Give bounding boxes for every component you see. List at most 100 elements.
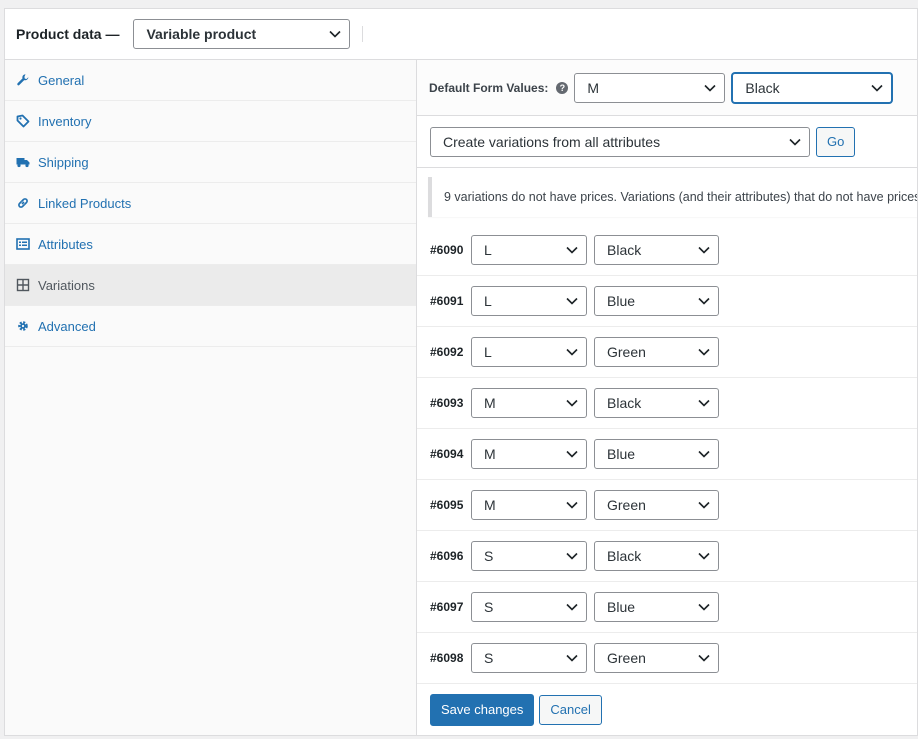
variation-color-select[interactable]: Blue [594,592,719,622]
chevron-down-icon [566,399,578,407]
wrench-icon [16,73,30,87]
chevron-down-icon [789,138,801,146]
tab-variations[interactable]: Variations [5,265,416,306]
variation-size-select[interactable]: S [471,541,587,571]
bulk-action-select[interactable]: Create variations from all attributes [430,126,810,157]
color-value: Green [607,650,646,666]
chevron-down-icon [698,450,710,458]
variation-color-select[interactable]: Black [594,388,719,418]
size-value: L [484,344,492,360]
tab-label: Shipping [38,154,89,170]
color-value: Green [607,497,646,513]
color-value: Blue [607,446,636,462]
size-value: S [484,548,494,564]
variation-id: #6091 [430,294,464,308]
tab-label: Inventory [38,113,92,129]
size-value: L [484,242,492,258]
variation-id: #6093 [430,396,464,410]
color-value: Blue [607,599,636,615]
variation-row: #6091 L Blue [417,276,917,327]
chevron-down-icon [329,30,342,38]
tab-advanced[interactable]: Advanced [5,306,416,347]
variation-color-select[interactable]: Green [594,337,719,367]
color-value: Black [607,548,642,564]
variation-size-select[interactable]: L [471,337,587,367]
chevron-down-icon [566,603,578,611]
default-size-value: M [587,79,600,96]
chevron-down-icon [698,348,710,356]
tab-general[interactable]: General [5,60,416,101]
cancel-button[interactable]: Cancel [539,694,602,725]
chevron-down-icon [566,501,578,509]
tab-shipping[interactable]: Shipping [5,142,416,183]
size-value: L [484,293,492,309]
default-color-value: Black [745,79,780,96]
size-value: S [484,599,494,615]
size-value: M [484,395,496,411]
default-form-values-label: Default Form Values: [429,80,549,95]
tab-attributes[interactable]: Attributes [5,224,416,265]
variation-size-select[interactable]: S [471,643,587,673]
chevron-down-icon [698,297,710,305]
chevron-down-icon [698,552,710,560]
variation-color-select[interactable]: Black [594,235,719,265]
tab-label: Advanced [38,318,96,334]
variation-id: #6096 [430,549,464,563]
save-changes-button[interactable]: Save changes [430,693,535,726]
missing-prices-notice: 9 variations do not have prices. Variati… [428,176,917,217]
variation-id: #6090 [430,243,464,257]
variation-id: #6095 [430,498,464,512]
product-data-tabs: General Inventory Shipping Linked Produc… [5,60,417,735]
variation-size-select[interactable]: L [471,286,587,316]
bulk-action-value: Create variations from all attributes [443,133,661,150]
go-button[interactable]: Go [816,126,856,157]
list-icon [16,237,30,251]
variation-color-select[interactable]: Green [594,643,719,673]
chevron-down-icon [871,84,883,92]
help-icon[interactable]: ? [556,81,569,94]
variation-size-select[interactable]: S [471,592,587,622]
variation-color-select[interactable]: Black [594,541,719,571]
chevron-down-icon [566,450,578,458]
variation-row: #6097 S Blue [417,582,917,633]
tab-inventory[interactable]: Inventory [5,101,416,142]
default-color-select[interactable]: Black [732,72,893,103]
chevron-down-icon [698,603,710,611]
variation-row: #6096 S Black [417,531,917,582]
variation-row: #6095 M Green [417,480,917,531]
chevron-down-icon [698,501,710,509]
chevron-down-icon [698,246,710,254]
variation-color-select[interactable]: Blue [594,286,719,316]
variation-size-select[interactable]: M [471,388,587,418]
variation-row: #6098 S Green [417,633,917,684]
color-value: Green [607,344,646,360]
variation-size-select[interactable]: L [471,235,587,265]
default-form-values-row: Default Form Values: ? M Black [417,60,917,116]
chevron-down-icon [566,552,578,560]
variation-color-select[interactable]: Green [594,490,719,520]
variation-color-select[interactable]: Blue [594,439,719,469]
color-value: Black [607,242,642,258]
product-type-select[interactable]: Variable product [133,19,351,49]
gear-icon [16,319,30,333]
chevron-down-icon [704,84,716,92]
product-type-value: Variable product [146,26,257,42]
variation-size-select[interactable]: M [471,490,587,520]
tab-label: Variations [38,277,95,293]
color-value: Blue [607,293,636,309]
notice-text: 9 variations do not have prices. Variati… [444,189,917,204]
tab-label: Attributes [38,236,93,252]
variation-size-select[interactable]: M [471,439,587,469]
variation-id: #6097 [430,600,464,614]
variations-panel: Default Form Values: ? M Black Create va… [417,60,917,735]
notice-row: 9 variations do not have prices. Variati… [417,168,917,225]
tab-linked-products[interactable]: Linked Products [5,183,416,224]
chevron-down-icon [566,297,578,305]
default-size-select[interactable]: M [574,72,726,103]
chevron-down-icon [698,654,710,662]
header-divider [362,26,364,42]
color-value: Black [607,395,642,411]
tag-icon [16,114,30,128]
size-value: S [484,650,494,666]
product-data-header: Product data — Variable product [5,9,917,60]
